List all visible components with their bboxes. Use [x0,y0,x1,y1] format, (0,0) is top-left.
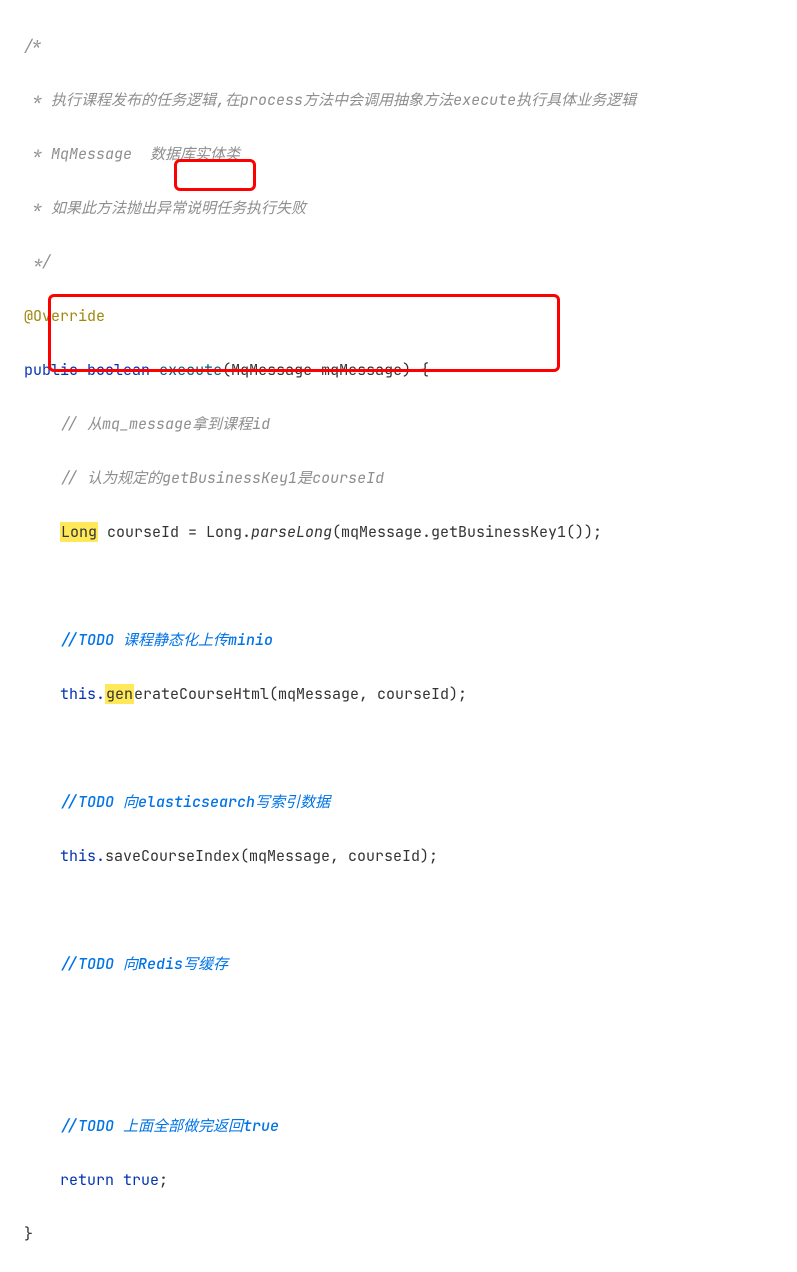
annotation-override: @Override [0,303,797,330]
code-block: /* * 执行课程发布的任务逻辑,在process方法中会调用抽象方法execu… [0,0,797,1272]
gen-highlight: gen [105,684,134,704]
doc-line-1: * 执行课程发布的任务逻辑,在process方法中会调用抽象方法execute执… [0,87,797,114]
comment-1: // 从mq_message拿到课程id [0,411,797,438]
doc-open: /* [0,33,797,60]
close-brace: } [0,1221,797,1248]
todo-3: //TODO 向Redis写缓存 [0,951,797,978]
blank-line [0,897,797,924]
blank-line [0,1059,797,1086]
todo-4: //TODO 上面全部做完返回true [0,1113,797,1140]
comment-2: // 认为规定的getBusinessKey1是courseId [0,465,797,492]
doc-line-2: * MqMessage 数据库实体类 [0,141,797,168]
blank-line [0,573,797,600]
doc-line-3: * 如果此方法抛出异常说明任务执行失败 [0,195,797,222]
todo-1: //TODO 课程静态化上传minio [0,627,797,654]
doc-close: */ [0,249,797,276]
method-name-execute: execute [159,360,222,380]
generate-html-call: this.generateCourseHtml(mqMessage, cours… [0,681,797,708]
long-highlight: Long [60,522,98,542]
courseid-assignment: Long courseId = Long.parseLong(mqMessage… [0,519,797,546]
return-statement: return true; [0,1167,797,1194]
blank-line [0,735,797,762]
todo-2: //TODO 向elasticsearch写索引数据 [0,789,797,816]
method-signature: public boolean execute(MqMessage mqMessa… [0,357,797,384]
save-index-call: this.saveCourseIndex(mqMessage, courseId… [0,843,797,870]
blank-line [0,1005,797,1032]
